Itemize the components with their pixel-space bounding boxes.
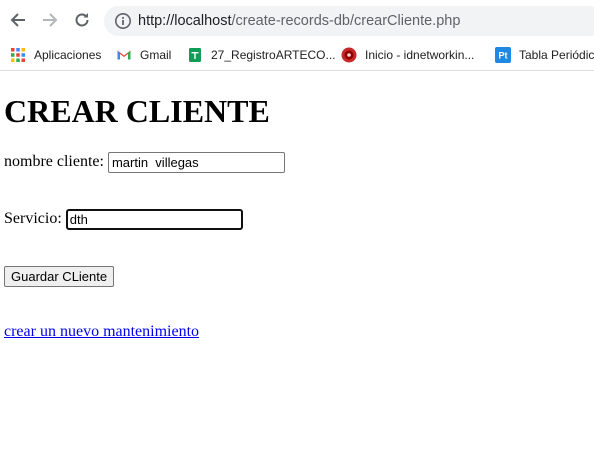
bookmark-registro-arteco[interactable]: 27_RegistroARTECO... [187,44,336,66]
bookmark-tabla-periodica[interactable]: Pt Tabla Periódica [495,44,594,66]
bookmark-gmail[interactable]: Gmail [116,44,171,66]
reload-button[interactable] [71,9,93,31]
guardar-cliente-button[interactable]: Guardar CLiente [4,266,115,287]
bookmark-label: 27_RegistroARTECO... [211,48,336,62]
url-path: /create-records-db/crearCliente.php [231,13,461,29]
bookmark-aplicaciones[interactable]: Aplicaciones [10,44,101,66]
svg-text:Pt: Pt [499,51,508,61]
address-bar[interactable]: http://localhost/create-records-db/crear… [104,6,594,36]
nuevo-mantenimiento-link[interactable]: crear un nuevo mantenimiento [4,323,199,341]
cliente-input[interactable] [107,151,285,173]
servicio-input[interactable] [65,208,243,230]
info-icon[interactable] [114,12,132,30]
sheets-icon [189,48,201,62]
url-text: http://localhost/create-records-db/crear… [138,12,460,30]
back-button[interactable] [7,9,29,31]
apps-grid-icon [11,48,25,62]
forward-button[interactable] [39,9,61,31]
bookmark-idnetworking[interactable]: Inicio - idnetworkin... [341,44,474,66]
page-content: CREAR CLIENTE nombre cliente: Servicio: … [0,72,594,453]
servicio-field-row: Servicio: [4,207,243,231]
bookmark-label: Inicio - idnetworkin... [365,48,475,62]
bookmark-label: Aplicaciones [34,48,102,62]
reload-icon [75,13,89,27]
arrow-left-icon [10,13,25,27]
bookmark-label: Tabla Periódica [519,48,594,62]
pt-icon: Pt [495,47,511,63]
url-host: http://localhost [138,13,232,29]
bookmarks-bar: Aplicaciones Gmail 27_RegistroARTECO... … [0,40,594,71]
arrow-right-icon [43,13,58,27]
bookmark-label: Gmail [140,48,172,62]
cliente-field-row: nombre cliente: [4,150,285,174]
browser-toolbar: http://localhost/create-records-db/crear… [0,0,594,40]
cliente-label: nombre cliente: [4,153,104,170]
servicio-label: Servicio: [4,210,62,227]
site-favicon-icon [341,47,357,63]
gmail-icon [117,50,131,60]
page-title: CREAR CLIENTE [4,93,270,129]
